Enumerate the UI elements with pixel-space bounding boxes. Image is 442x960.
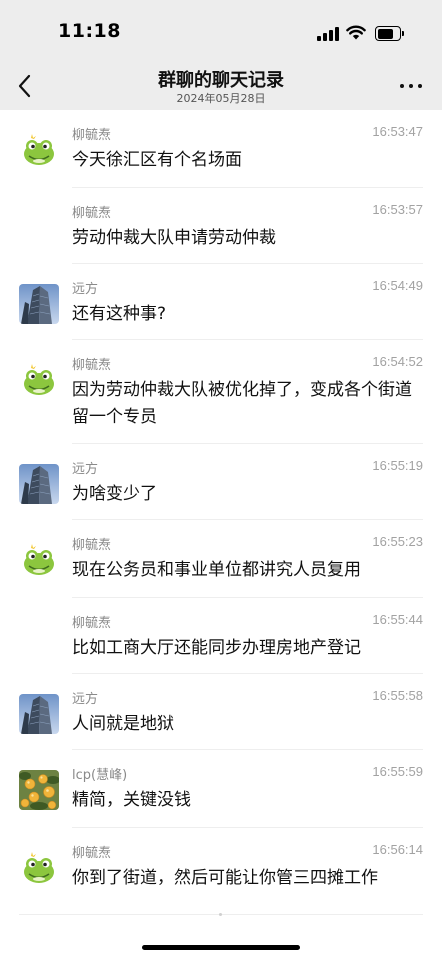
message-time: 16:55:19: [372, 458, 423, 473]
message-time: 16:55:23: [372, 534, 423, 549]
building-avatar[interactable]: [19, 464, 59, 504]
message-time: 16:55:58: [372, 688, 423, 703]
message-item: 柳毓焘 16:54:52 因为劳动仲裁大队被优化掉了，变成各个街道留一个专员: [0, 340, 442, 444]
message-list[interactable]: 柳毓焘 16:53:47 今天徐汇区有个名场面 柳毓焘 16:53:57 劳动仲…: [0, 110, 442, 920]
frog-avatar[interactable]: [19, 848, 59, 888]
message-text: 现在公务员和事业单位都讲究人员复用: [72, 560, 361, 580]
page-title: 群聊的聊天记录: [158, 70, 284, 91]
frog-avatar[interactable]: [19, 360, 59, 400]
nav-bar: 群聊的聊天记录 2024年05月28日: [0, 62, 442, 110]
message-item: 柳毓焘 16:56:14 你到了街道，然后可能让你管三四摊工作: [0, 828, 442, 914]
message-text: 比如工商大厅还能同步办理房地产登记: [72, 638, 361, 658]
message-time: 16:53:47: [372, 124, 423, 139]
sender-name: lcp(慧峰): [72, 768, 128, 783]
message-text: 劳动仲裁大队申请劳动仲裁: [72, 228, 276, 248]
message-item: 柳毓焘 16:55:44 比如工商大厅还能同步办理房地产登记: [0, 598, 442, 674]
message-time: 16:55:44: [372, 612, 423, 627]
message-text: 因为劳动仲裁大队被优化掉了，变成各个街道留一个专员: [72, 380, 412, 427]
message-item: 柳毓焘 16:53:47 今天徐汇区有个名场面: [0, 110, 442, 188]
building-avatar[interactable]: [19, 284, 59, 324]
message-text: 人间就是地狱: [72, 714, 174, 734]
sender-name: 远方: [72, 462, 99, 477]
sender-name: 柳毓焘: [72, 358, 112, 373]
cellular-signal-icon: [317, 27, 339, 41]
message-item: 柳毓焘 16:55:23 现在公务员和事业单位都讲究人员复用: [0, 520, 442, 598]
message-time: 16:54:49: [372, 278, 423, 293]
message-item: 柳毓焘 16:53:57 劳动仲裁大队申请劳动仲裁: [0, 188, 442, 264]
message-item: 远方 16:55:19 为啥变少了: [0, 444, 442, 520]
message-time: 16:56:14: [372, 842, 423, 857]
sender-name: 柳毓焘: [72, 206, 112, 221]
sender-name: 柳毓焘: [72, 616, 112, 631]
frog-avatar[interactable]: [19, 540, 59, 580]
wifi-icon: [346, 25, 366, 40]
oranges-avatar[interactable]: [19, 770, 59, 810]
chat-date: 2024年05月28日: [176, 92, 266, 105]
message-text: 还有这种事?: [72, 304, 167, 324]
status-time: 11:18: [58, 20, 121, 42]
message-time: 16:53:57: [372, 202, 423, 217]
sender-name: 柳毓焘: [72, 538, 112, 553]
message-item: 远方 16:55:58 人间就是地狱: [0, 674, 442, 750]
frog-avatar[interactable]: [19, 130, 59, 170]
battery-icon: [375, 26, 404, 41]
sender-name: 远方: [72, 692, 99, 707]
sender-name: 柳毓焘: [72, 128, 112, 143]
message-item: 远方 16:54:49 还有这种事?: [0, 264, 442, 340]
sender-name: 柳毓焘: [72, 846, 112, 861]
building-avatar[interactable]: [19, 694, 59, 734]
home-indicator[interactable]: [142, 945, 300, 950]
message-time: 16:55:59: [372, 764, 423, 779]
message-text: 今天徐汇区有个名场面: [72, 150, 242, 170]
more-dots-icon: [400, 84, 404, 88]
message-time: 16:54:52: [372, 354, 423, 369]
more-button[interactable]: [396, 72, 426, 100]
message-item: lcp(慧峰) 16:55:59 精简，关键没钱: [0, 750, 442, 828]
message-text: 为啥变少了: [72, 484, 157, 504]
message-text: 精简，关键没钱: [72, 790, 191, 810]
message-text: 你到了街道，然后可能让你管三四摊工作: [72, 868, 378, 888]
list-end-dot: [219, 913, 222, 916]
sender-name: 远方: [72, 282, 99, 297]
status-bar: 11:18: [0, 0, 442, 62]
